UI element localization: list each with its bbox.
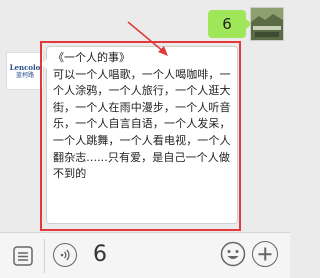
menu-button[interactable] (8, 241, 38, 271)
input-bar-divider (44, 239, 45, 273)
outgoing-message-text: 6 (222, 15, 232, 33)
chat-area: 6 Lencolo 蓝柯路 《一个人的事》 可以一个人唱歌，一个人喝咖啡，一个人… (0, 0, 290, 232)
voice-button[interactable] (53, 243, 77, 267)
voice-icon (60, 249, 70, 261)
menu-icon (13, 246, 33, 266)
self-avatar[interactable] (250, 7, 284, 41)
plus-button[interactable] (252, 241, 278, 267)
outgoing-message-bubble[interactable]: 6 (208, 10, 252, 38)
avatar-image-icon (251, 8, 283, 40)
input-bar: 6 (0, 232, 290, 278)
message-title: 《一个人的事》 (53, 51, 130, 64)
avatar-logo-text: Lencolo (9, 62, 41, 72)
avatar-logo-subtext: 蓝柯路 (15, 71, 34, 79)
message-input[interactable]: 6 (93, 239, 193, 271)
message-body: 可以一个人唱歌，一个人喝咖啡，一个人涂鸦，一个人旅行，一个人逛大街，一个人在雨中… (53, 67, 231, 181)
contact-avatar[interactable]: Lencolo 蓝柯路 (6, 52, 44, 90)
emoji-button[interactable] (220, 241, 246, 267)
emoji-icon (220, 241, 246, 267)
incoming-message-bubble[interactable]: 《一个人的事》 可以一个人唱歌，一个人喝咖啡，一个人涂鸦，一个人旅行，一个人逛大… (41, 46, 238, 224)
